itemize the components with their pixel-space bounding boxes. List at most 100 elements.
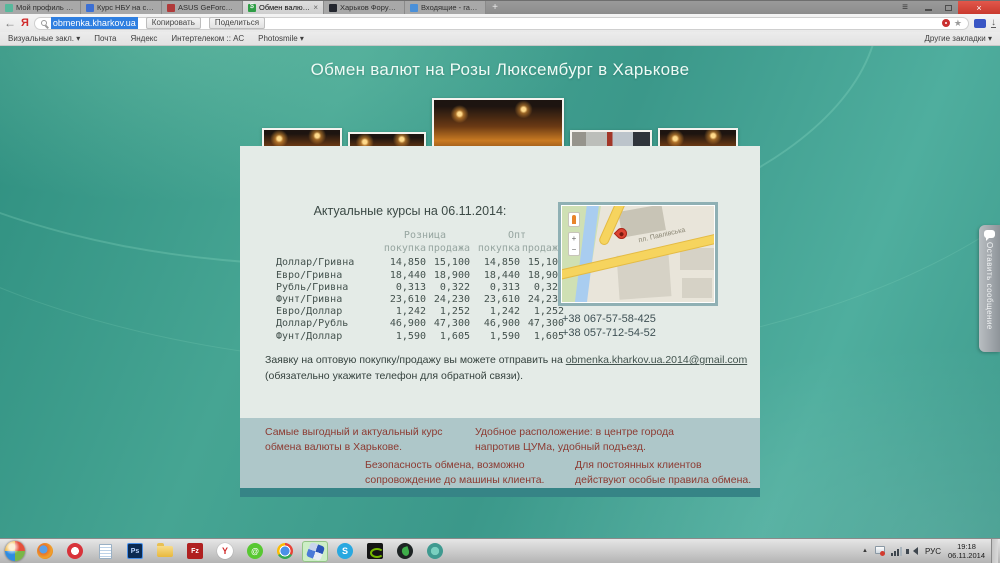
- tab-olx[interactable]: Мой профиль - OLX: [0, 1, 81, 14]
- table-row: Евро/Гривна 18,440 18,900 18,440 18,900: [276, 270, 564, 282]
- tab-title: Обмен валют на Ро: [259, 3, 310, 12]
- system-tray: ▲ РУС 19:18 06.11.2014: [862, 542, 987, 560]
- taskbar-nvidia-icon[interactable]: [362, 541, 388, 562]
- rates-table: Розница Опт покупка продажа покупка прод…: [276, 230, 564, 343]
- minimize-button[interactable]: [918, 1, 938, 14]
- phone-numbers: +38 067-57-58-425 +38 057-712-54-52: [562, 312, 656, 340]
- taskbar-mailru-agent-icon[interactable]: @: [242, 541, 268, 562]
- back-icon[interactable]: ←: [4, 17, 16, 29]
- close-tab-icon[interactable]: ×: [313, 3, 318, 12]
- tray-expand-icon[interactable]: ▲: [862, 548, 868, 554]
- show-desktop-button[interactable]: [991, 539, 998, 563]
- browser-tab-bar: Мой профиль - OLX Курс НБУ на сегодня AS…: [0, 0, 1000, 14]
- card-footer-bar: [240, 488, 760, 497]
- table-column-header: покупка продажа покупка продажа: [276, 243, 564, 255]
- volume-icon[interactable]: [909, 547, 918, 555]
- bookmark-intertelecom[interactable]: Интертелеком :: АС: [171, 34, 244, 43]
- zoom-out-button[interactable]: −: [569, 244, 579, 255]
- new-tab-button[interactable]: +: [486, 1, 504, 14]
- maximize-button[interactable]: [938, 1, 958, 14]
- clock-time: 19:18: [948, 542, 985, 551]
- tab-title: Харьков Форум - От: [340, 3, 399, 12]
- table-row: Рубль/Гривна 0,313 0,322 0,313 0,322: [276, 282, 564, 294]
- taskbar-skype-icon[interactable]: S: [332, 541, 358, 562]
- download-icon[interactable]: ↓: [991, 18, 996, 28]
- extension-icon[interactable]: [974, 19, 986, 28]
- feature-loyalty: Для постоянных клиентов действуют особые…: [575, 458, 755, 488]
- tab-title: Курс НБУ на сегодня: [97, 3, 156, 12]
- request-text: (обязательно укажите телефон для обратно…: [265, 370, 523, 382]
- yandex-logo-icon[interactable]: Я: [21, 17, 29, 29]
- taskbar-chrome-icon[interactable]: [272, 541, 298, 562]
- map-zoom-control[interactable]: + −: [568, 232, 580, 256]
- phone-number: +38 057-712-54-52: [562, 326, 656, 340]
- email-link[interactable]: obmenka.kharkov.ua.2014@gmail.com: [566, 354, 747, 366]
- taskbar-yandex-browser-icon[interactable]: Y: [212, 541, 238, 562]
- taskbar-clock[interactable]: 19:18 06.11.2014: [948, 542, 985, 560]
- taskbar-filezilla-icon[interactable]: Fz: [182, 541, 208, 562]
- action-center-flag-icon[interactable]: [875, 546, 884, 556]
- bookmark-star-icon[interactable]: ★: [954, 18, 962, 29]
- zoom-in-button[interactable]: +: [569, 233, 579, 244]
- windows-taskbar: Ps Fz Y @ S ▲ РУС 19:18 06.11.2014: [0, 538, 1000, 563]
- location-map[interactable]: пл. Павлівська + −: [558, 202, 718, 306]
- table-row: Евро/Доллар 1,242 1,252 1,242 1,252: [276, 306, 564, 318]
- content-card: Актуальные курсы на 06.11.2014: Розница …: [240, 146, 760, 497]
- bookmark-photosmile[interactable]: Photosmile ▾: [258, 34, 304, 43]
- bookmark-visual-tabs[interactable]: Визуальные закл. ▾: [8, 34, 80, 43]
- obmenka-favicon-icon: [248, 4, 256, 12]
- mail-favicon-icon: [410, 4, 418, 12]
- tab-inbox[interactable]: Входящие - rasprod: [405, 1, 486, 14]
- browser-menu-icon[interactable]: ≡: [892, 1, 918, 14]
- copy-button[interactable]: Копировать: [146, 17, 201, 29]
- window-controls: ×: [918, 1, 1000, 14]
- pegman-icon[interactable]: [568, 212, 580, 227]
- feature-best-rate: Самые выгодный и актуальный курс обмена …: [265, 425, 445, 455]
- rates-heading: Актуальные курсы на 06.11.2014:: [285, 204, 535, 218]
- phone-number: +38 067-57-58-425: [562, 312, 656, 326]
- taskbar-android-tool-icon[interactable]: [422, 541, 448, 562]
- asus-favicon-icon: [167, 4, 175, 12]
- bookmarks-bar: Визуальные закл. ▾ Почта Яндекс Интертел…: [0, 32, 1000, 46]
- tab-title: Мой профиль - OLX: [16, 3, 75, 12]
- taskbar-firefox-icon[interactable]: [32, 541, 58, 562]
- feedback-widget-tab[interactable]: Оставить сообщение: [979, 225, 1000, 352]
- taskbar-comodo-icon[interactable]: [392, 541, 418, 562]
- tab-title: Входящие - rasprod: [421, 3, 480, 12]
- tab-obmenka-active[interactable]: Обмен валют на Ро ×: [243, 1, 324, 14]
- taskbar-media-player-classic-icon[interactable]: [302, 541, 328, 562]
- table-row: Фунт/Гривна 23,610 24,230 23,610 24,230: [276, 294, 564, 306]
- chat-bubble-icon: [984, 230, 995, 238]
- address-bar[interactable]: obmenka.kharkov.ua Копировать Поделиться…: [34, 17, 969, 30]
- map-building: [680, 248, 714, 270]
- close-window-button[interactable]: ×: [958, 1, 1000, 14]
- other-bookmarks-button[interactable]: Другие закладки ▾: [924, 34, 992, 43]
- taskbar-opera-icon[interactable]: [62, 541, 88, 562]
- table-row: Доллар/Гривна 14,850 15,100 14,850 15,10…: [276, 257, 564, 269]
- tab-asus[interactable]: ASUS GeForce GTX 6: [162, 1, 243, 14]
- bookmark-yandex[interactable]: Яндекс: [130, 34, 157, 43]
- language-indicator[interactable]: РУС: [925, 547, 941, 556]
- feature-location: Удобное расположение: в центре города на…: [475, 425, 675, 455]
- tab-title: ASUS GeForce GTX 6: [178, 3, 237, 12]
- group-retail: Розница: [380, 230, 470, 242]
- bookmark-mail[interactable]: Почта: [94, 34, 116, 43]
- map-canvas[interactable]: пл. Павлівська + −: [562, 206, 714, 302]
- tab-kharkov-forum[interactable]: Харьков Форум - От: [324, 1, 405, 14]
- taskbar-explorer-icon[interactable]: [152, 541, 178, 562]
- tabbar-spacer: [504, 1, 892, 14]
- wholesale-request-text: Заявку на оптовую покупку/продажу вы мож…: [265, 353, 757, 385]
- adblock-icon[interactable]: [942, 19, 950, 27]
- tab-nbu-rates[interactable]: Курс НБУ на сегодня: [81, 1, 162, 14]
- feature-security: Безопасность обмена, возможно сопровожде…: [365, 458, 570, 488]
- start-button[interactable]: [5, 541, 25, 561]
- browser-toolbar: ← Я obmenka.kharkov.ua Копировать Подели…: [0, 14, 1000, 32]
- share-button[interactable]: Поделиться: [209, 17, 265, 29]
- request-text: Заявку на оптовую покупку/продажу вы мож…: [265, 354, 566, 366]
- taskbar-notepad-icon[interactable]: [92, 541, 118, 562]
- url-input[interactable]: obmenka.kharkov.ua: [51, 17, 138, 29]
- olx-favicon-icon: [5, 4, 13, 12]
- clock-date: 06.11.2014: [948, 551, 985, 560]
- taskbar-photoshop-icon[interactable]: Ps: [122, 541, 148, 562]
- network-icon[interactable]: [891, 547, 902, 556]
